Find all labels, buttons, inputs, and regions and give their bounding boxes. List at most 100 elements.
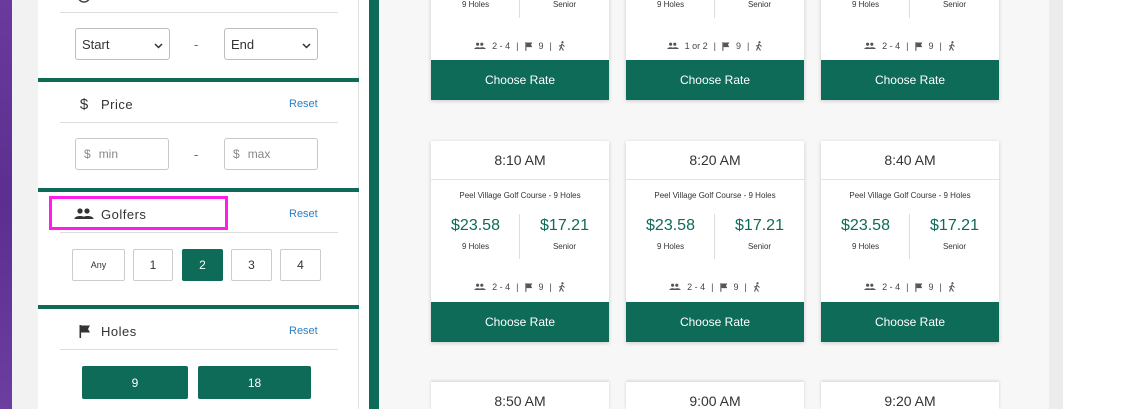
choose-rate-button[interactable]: Choose Rate — [431, 302, 609, 342]
tee-time-card: 9:20 AM — [821, 382, 999, 409]
meta-separator: | — [747, 41, 750, 51]
players-count: 2 - 4 — [882, 41, 901, 51]
chevron-down-icon — [302, 37, 311, 52]
walking-icon — [948, 282, 956, 292]
time-range-dash: - — [194, 37, 199, 52]
golfers-highlight-box — [49, 196, 228, 230]
holes-count: 9 — [538, 282, 544, 292]
price-range-dash: - — [194, 147, 199, 162]
currency-symbol: $ — [233, 147, 240, 161]
choose-rate-button[interactable]: Choose Rate — [626, 302, 804, 342]
tee-time-card: 8:50 AM — [431, 382, 609, 409]
course-name: Peel Village Golf Course - 9 Holes — [654, 191, 776, 200]
people-icon — [474, 283, 486, 291]
card-meta: 2 - 4 | 9 | — [431, 41, 609, 51]
golfers-4-button[interactable]: 4 — [280, 249, 321, 281]
clock-icon — [76, 0, 92, 6]
price-underline — [60, 122, 338, 123]
rate-price: $17.21 — [540, 217, 589, 234]
tee-time: 9:00 AM — [689, 393, 741, 409]
card-meta: 2 - 4 | 9 | — [821, 41, 999, 51]
holes-18-button[interactable]: 18 — [198, 366, 311, 399]
price-title: Price — [101, 97, 134, 112]
start-time-select[interactable]: Start — [75, 28, 170, 60]
flag-icon — [524, 41, 533, 51]
rate-sub-label: Senior — [747, 0, 772, 9]
players-count: 2 - 4 — [687, 282, 706, 292]
dollar-icon: $ — [79, 95, 89, 113]
choose-rate-button[interactable]: Choose Rate — [431, 60, 609, 100]
holes-count: 9 — [928, 41, 934, 51]
golfers-reset-link[interactable]: Reset — [289, 208, 318, 220]
rate-price: $23.58 — [646, 217, 695, 234]
rate-sub-label: 9 Holes — [851, 242, 880, 251]
card-divider — [431, 179, 609, 180]
holes-count: 9 — [928, 282, 934, 292]
golfers-1-button[interactable]: 1 — [133, 249, 173, 281]
tee-time: 8:10 AM — [494, 152, 546, 168]
end-time-select[interactable]: End — [224, 28, 318, 60]
time-divider — [60, 12, 338, 13]
price-separator — [909, 214, 910, 259]
tee-time-card: 9 Holes Senior 2 - 4 | 9 | Choose Rate — [821, 0, 999, 100]
section-divider — [38, 305, 359, 309]
tee-time: 8:20 AM — [689, 152, 741, 168]
flag-icon — [719, 282, 728, 292]
rate-price: $17.21 — [735, 217, 784, 234]
course-name: Peel Village Golf Course - 9 Holes — [849, 191, 971, 200]
people-icon — [669, 283, 681, 291]
rate-sub-label: 9 Holes — [461, 0, 490, 9]
walking-icon — [948, 41, 956, 51]
golfers-any-button[interactable]: Any — [72, 249, 125, 281]
players-count: 2 - 4 — [492, 41, 511, 51]
right-gutter — [1049, 0, 1063, 409]
choose-rate-button[interactable]: Choose Rate — [821, 302, 999, 342]
players-count: 1 or 2 — [684, 41, 708, 51]
section-divider — [38, 188, 359, 192]
course-name: Peel Village Golf Course - 9 Holes — [459, 191, 581, 200]
holes-reset-link[interactable]: Reset — [289, 325, 318, 337]
rate-sub-label: 9 Holes — [851, 0, 880, 9]
people-icon — [864, 283, 876, 291]
golfers-2-button[interactable]: 2 — [182, 249, 223, 281]
flag-icon — [722, 41, 730, 51]
meta-separator: | — [939, 282, 942, 292]
price-max-input[interactable]: $ max — [224, 138, 318, 170]
tee-time-card: 8:10 AM Peel Village Golf Course - 9 Hol… — [431, 141, 609, 342]
start-time-value: Start — [82, 36, 110, 52]
walking-icon — [753, 282, 761, 292]
meta-separator: | — [516, 282, 519, 292]
price-separator — [714, 0, 715, 18]
players-count: 2 - 4 — [492, 282, 511, 292]
card-divider — [821, 179, 999, 180]
price-min-input[interactable]: $ min — [75, 138, 169, 170]
content-divider-bar — [369, 0, 379, 409]
currency-symbol: $ — [84, 147, 91, 161]
tee-time: 8:50 AM — [494, 393, 546, 409]
walking-icon — [558, 282, 566, 292]
choose-rate-button[interactable]: Choose Rate — [626, 60, 804, 100]
rate-sub-label: Senior — [942, 0, 967, 9]
price-separator — [519, 0, 520, 18]
holes-9-button[interactable]: 9 — [82, 366, 188, 399]
choose-rate-button[interactable]: Choose Rate — [821, 60, 999, 100]
window-edge — [0, 0, 12, 409]
section-divider — [38, 78, 359, 82]
price-reset-link[interactable]: Reset — [289, 98, 318, 110]
card-meta: 2 - 4 | 9 | — [431, 282, 609, 292]
rate-price: $23.58 — [841, 217, 890, 234]
rate-sub-label: Senior — [552, 0, 577, 9]
meta-separator: | — [744, 282, 747, 292]
tee-time-card: 9:00 AM — [626, 382, 804, 409]
meta-separator: | — [939, 41, 942, 51]
people-icon — [474, 42, 486, 50]
golfers-3-button[interactable]: 3 — [231, 249, 272, 281]
card-meta: 1 or 2 | 9 | — [626, 41, 804, 51]
tee-time: 9:20 AM — [884, 393, 936, 409]
players-count: 2 - 4 — [882, 282, 901, 292]
price-max-placeholder: max — [247, 147, 271, 161]
flag-icon — [524, 282, 533, 292]
people-icon — [864, 42, 876, 50]
meta-separator: | — [906, 282, 909, 292]
end-time-value: End — [231, 36, 255, 52]
